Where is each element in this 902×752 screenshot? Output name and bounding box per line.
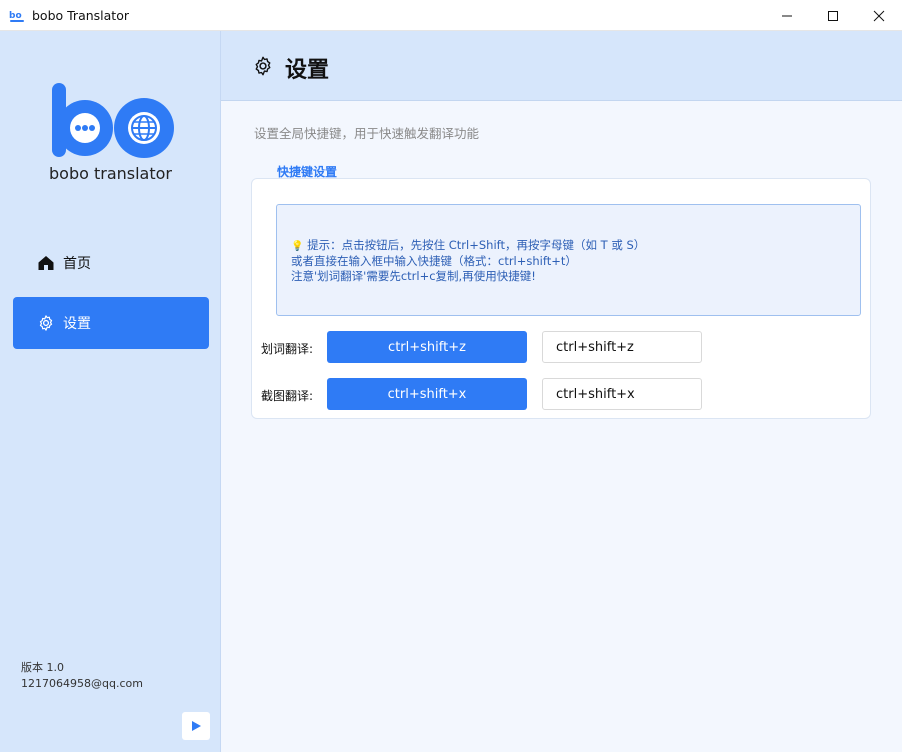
sidebar-item-home[interactable]: 首页 [13, 237, 209, 289]
contact-email: 1217064958@qq.com [21, 677, 143, 690]
close-button[interactable] [856, 0, 902, 31]
window-title: bobo Translator [32, 8, 129, 23]
hotkey-input-screenshot-translate[interactable]: ctrl+shift+x [542, 378, 702, 410]
sidebar-item-label: 首页 [63, 256, 91, 272]
title-bar: bo bobo Translator [0, 0, 902, 31]
sidebar: bobo translator 首页 设置 版本 1.0 1217064958@… [0, 31, 221, 752]
hotkey-label-screenshot-translate: 截图翻译: [261, 389, 314, 403]
hotkey-input-word-translate[interactable]: ctrl+shift+z [542, 331, 702, 363]
bobo-app-icon: bo [9, 8, 25, 24]
gear-icon [252, 55, 274, 77]
main-content: 设置全局快捷键，用于快速触发翻译功能 快捷键设置 💡 提示：点击按钮后，先按住 … [221, 101, 902, 752]
maximize-icon [828, 10, 838, 21]
logo-text: bobo translator [49, 164, 172, 183]
page-header: 设置 [221, 31, 902, 101]
hotkey-record-button-word-translate[interactable]: ctrl+shift+z [327, 331, 527, 363]
hotkey-settings-card: 💡 提示：点击按钮后，先按住 Ctrl+Shift，再按字母键（如 T 或 S）… [251, 178, 871, 419]
lightbulb-icon: 💡 [291, 241, 304, 252]
maximize-button[interactable] [810, 0, 856, 31]
hotkey-record-button-screenshot-translate[interactable]: ctrl+shift+x [327, 378, 527, 410]
sidebar-item-settings[interactable]: 设置 [13, 297, 209, 349]
home-icon [37, 254, 55, 272]
page-title: 设置 [285, 58, 330, 83]
page-description: 设置全局快捷键，用于快速触发翻译功能 [254, 126, 480, 141]
hotkey-label-word-translate: 划词翻译: [261, 342, 314, 356]
tip-line-1: 提示：点击按钮后，先按住 Ctrl+Shift，再按字母键（如 T 或 S） [307, 238, 646, 252]
minimize-icon [782, 15, 792, 16]
gear-icon [37, 314, 55, 332]
tip-box: 💡 提示：点击按钮后，先按住 Ctrl+Shift，再按字母键（如 T 或 S）… [276, 204, 861, 316]
version-text: 版本 1.0 [21, 661, 64, 674]
sidebar-item-label: 设置 [63, 316, 91, 332]
tip-line-2: 或者直接在输入框中输入快捷键（格式：ctrl+shift+t） [291, 254, 577, 268]
minimize-button[interactable] [764, 0, 810, 31]
svg-text:bo: bo [9, 11, 22, 21]
close-icon [873, 10, 885, 21]
bobo-logo [50, 81, 178, 221]
play-icon [192, 721, 201, 731]
play-button[interactable] [182, 712, 210, 740]
tip-line-3: 注意'划词翻译'需要先ctrl+c复制,再使用快捷键! [291, 269, 536, 283]
